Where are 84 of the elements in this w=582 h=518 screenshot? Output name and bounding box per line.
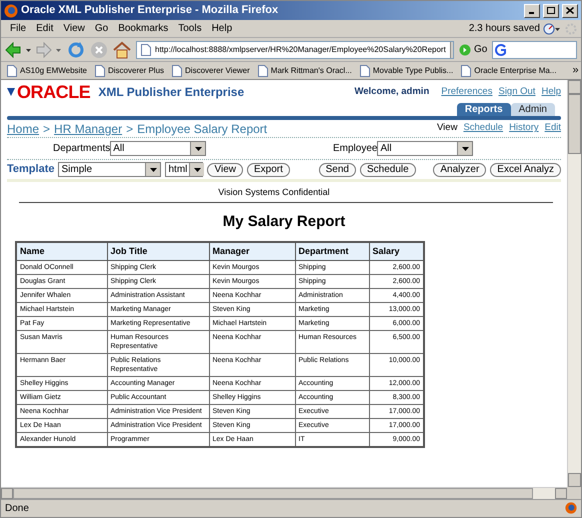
minimize-button[interactable] bbox=[524, 4, 540, 18]
status-text: Done bbox=[5, 502, 30, 516]
menu-item[interactable]: Edit bbox=[31, 21, 58, 36]
menu-item[interactable]: Tools bbox=[173, 21, 207, 36]
bookmark-item[interactable]: Mark Rittman's Oracl... bbox=[258, 64, 352, 76]
close-icon bbox=[566, 7, 574, 14]
tab[interactable]: Admin bbox=[510, 103, 555, 116]
page-icon bbox=[258, 64, 268, 76]
page-icon bbox=[7, 64, 17, 76]
format-select[interactable]: html bbox=[165, 162, 204, 177]
template-select[interactable]: Simple bbox=[58, 162, 162, 177]
header-link[interactable]: Help bbox=[541, 84, 561, 100]
column-header: Name bbox=[16, 242, 107, 260]
action-button[interactable]: Analyzer bbox=[433, 162, 486, 176]
vertical-scrollbar[interactable] bbox=[567, 80, 581, 487]
page-icon bbox=[360, 64, 370, 76]
gauge-icon[interactable] bbox=[543, 22, 561, 34]
maximize-button[interactable] bbox=[543, 4, 559, 18]
bookmark-item[interactable]: Discoverer Viewer bbox=[172, 64, 250, 76]
horizontal-scrollbar[interactable] bbox=[1, 487, 567, 499]
parameter-select[interactable]: All bbox=[110, 141, 206, 156]
tab[interactable]: Reports bbox=[456, 103, 511, 116]
close-button[interactable] bbox=[562, 4, 578, 18]
caret-icon bbox=[194, 146, 202, 150]
maximize-icon bbox=[547, 7, 555, 14]
home-icon[interactable] bbox=[113, 40, 131, 58]
confidential-text: Vision Systems Confidential bbox=[217, 186, 331, 199]
view-link[interactable]: History bbox=[509, 121, 539, 136]
template-label: Template bbox=[7, 162, 54, 178]
bookmark-item[interactable]: Movable Type Publis... bbox=[360, 64, 454, 76]
menu-item[interactable]: Bookmarks bbox=[113, 21, 174, 36]
column-header: Manager bbox=[209, 242, 295, 260]
page-icon bbox=[141, 44, 151, 56]
breadcrumb: Home > HR Manager > Employee Salary Report bbox=[7, 120, 268, 138]
menu-item[interactable]: File bbox=[5, 21, 32, 36]
search-field[interactable] bbox=[492, 40, 577, 58]
dropdown-button[interactable] bbox=[145, 163, 160, 176]
caret-icon bbox=[150, 168, 157, 172]
back-arrow-icon[interactable] bbox=[5, 42, 31, 58]
page-icon bbox=[461, 64, 472, 76]
view-link[interactable]: View bbox=[437, 121, 458, 136]
column-header: Job Title bbox=[107, 242, 209, 260]
view-link[interactable]: Schedule bbox=[463, 121, 504, 136]
action-button[interactable]: Excel Analyz bbox=[490, 162, 561, 176]
report-title: My Salary Report bbox=[222, 212, 346, 232]
bookmark-item[interactable]: AS10g EMWebsite bbox=[7, 64, 87, 76]
menu-item[interactable]: View bbox=[58, 21, 90, 36]
firefox-icon bbox=[565, 502, 577, 514]
firefox-icon bbox=[4, 4, 18, 18]
activity-icon bbox=[565, 22, 577, 34]
dropdown-button[interactable] bbox=[190, 142, 206, 155]
caret-icon bbox=[194, 168, 201, 172]
menu-item[interactable]: Help bbox=[206, 21, 238, 36]
header-link[interactable]: Preferences bbox=[441, 84, 492, 100]
page-icon bbox=[95, 64, 105, 76]
dropdown-button[interactable] bbox=[189, 163, 204, 176]
dropdown-button[interactable] bbox=[457, 142, 472, 155]
page-icon bbox=[172, 64, 182, 76]
product-name: XML Publisher Enterprise bbox=[98, 84, 244, 101]
bookmark-item[interactable]: Discoverer Plus bbox=[95, 64, 164, 76]
parameter-label: Employee bbox=[333, 142, 378, 156]
search-engine-icon bbox=[495, 44, 508, 56]
time-saved-text: 2.3 hours saved bbox=[468, 22, 540, 36]
action-button[interactable]: View bbox=[207, 162, 243, 176]
column-header: Salary bbox=[369, 242, 424, 260]
action-button[interactable]: Schedule bbox=[360, 162, 416, 176]
address-field[interactable]: http://localhost:8888/xmlpserver/HR%20Manager/Employee%20Salary%20Report bbox=[136, 40, 454, 58]
more-bookmarks-button[interactable]: » bbox=[572, 62, 579, 79]
action-button[interactable]: Send bbox=[318, 162, 356, 176]
menu-item[interactable]: Go bbox=[90, 21, 114, 36]
triangle-logo-icon bbox=[7, 88, 15, 96]
view-link[interactable]: Edit bbox=[544, 121, 561, 136]
window-title: Oracle XML Publisher Enterprise - Mozilla Firefox bbox=[21, 3, 280, 18]
action-button[interactable]: Export bbox=[246, 162, 290, 176]
column-header: Department bbox=[295, 242, 369, 260]
go-icon bbox=[459, 44, 471, 56]
parameter-select[interactable]: All bbox=[377, 141, 474, 156]
header-link[interactable]: Sign Out bbox=[498, 84, 536, 100]
oracle-logo: ORACLE bbox=[17, 83, 90, 101]
welcome-text: Welcome, admin bbox=[354, 84, 430, 99]
caret-icon bbox=[462, 146, 469, 150]
go-button[interactable]: Go bbox=[474, 42, 488, 57]
bookmark-item[interactable]: Oracle Enterprise Ma... bbox=[461, 64, 556, 76]
parameter-label: Departments bbox=[53, 142, 110, 156]
